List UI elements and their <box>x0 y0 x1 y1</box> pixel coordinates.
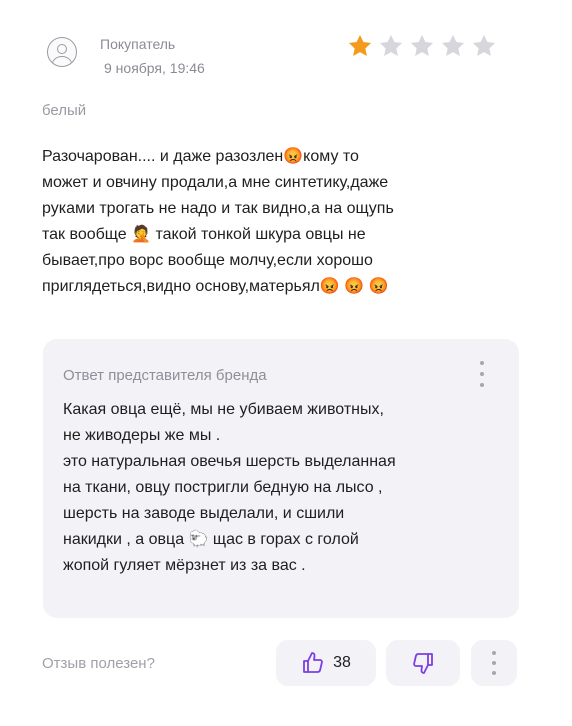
user-avatar-icon <box>47 37 77 67</box>
dot <box>480 372 484 376</box>
text-line: приглядеться,видно основу,матерьял😡 😡 😡 <box>42 278 389 295</box>
avatar-body <box>52 56 72 66</box>
review-author: Покупатель <box>100 36 176 52</box>
helpful-label: Отзыв полезен? <box>42 655 155 672</box>
text-line: может и овчину продали,а мне синтетику,д… <box>42 174 389 191</box>
text-line: накидки , а овца 🐑 щас в горах с голой <box>63 531 359 548</box>
text-line: шерсть на заводе выделали, и сшили <box>63 505 345 522</box>
rating-stars <box>346 32 498 60</box>
text-line: это натуральная овечья шерсть выделанная <box>63 453 396 470</box>
thumbs-down-icon <box>413 653 433 674</box>
text-line: жопой гуляет мёрзнет из за вас . <box>63 557 306 574</box>
star-icon <box>348 34 372 57</box>
text-line: Разочарован.... и даже разозлен😡кому то <box>42 148 359 165</box>
dot <box>480 361 484 365</box>
brand-reply-text: Какая овца ещё, мы не убиваем животных, н… <box>63 397 503 579</box>
more-vertical-icon <box>492 651 496 675</box>
text-line: так вообще 🤦 такой тонкой шкура овцы не <box>42 226 366 243</box>
dot <box>492 671 496 675</box>
like-button[interactable]: 38 <box>276 640 376 686</box>
text-line: бывает,про ворс вообще молчу,если хорошо <box>42 252 373 269</box>
reply-more-icon[interactable] <box>477 361 487 387</box>
review-more-button[interactable] <box>471 640 517 686</box>
text-line: не живодеры же мы . <box>63 427 221 444</box>
avatar-head <box>57 44 67 54</box>
star-icon <box>441 34 465 57</box>
text-line: Какая овца ещё, мы не убиваем животных, <box>63 401 384 418</box>
review-date: 9 ноября, 19:46 <box>104 60 205 76</box>
product-variant: белый <box>42 102 87 119</box>
review-text: Разочарован.... и даже разозлен😡кому то м… <box>42 144 512 300</box>
dot <box>480 383 484 387</box>
star-icon <box>410 34 434 57</box>
like-count: 38 <box>333 654 351 671</box>
star-icon <box>472 34 496 57</box>
brand-reply-title: Ответ представителя бренда <box>63 367 267 384</box>
dislike-button[interactable] <box>386 640 460 686</box>
text-line: на ткани, овцу постригли бедную на лысо … <box>63 479 383 496</box>
brand-reply-box: Ответ представителя бренда Какая овца ещ… <box>43 339 519 618</box>
text-line: руками трогать не надо и так видно,а на … <box>42 200 394 217</box>
dot <box>492 661 496 665</box>
star-icon <box>379 34 403 57</box>
dot <box>492 651 496 655</box>
thumbs-up-icon <box>303 652 323 673</box>
